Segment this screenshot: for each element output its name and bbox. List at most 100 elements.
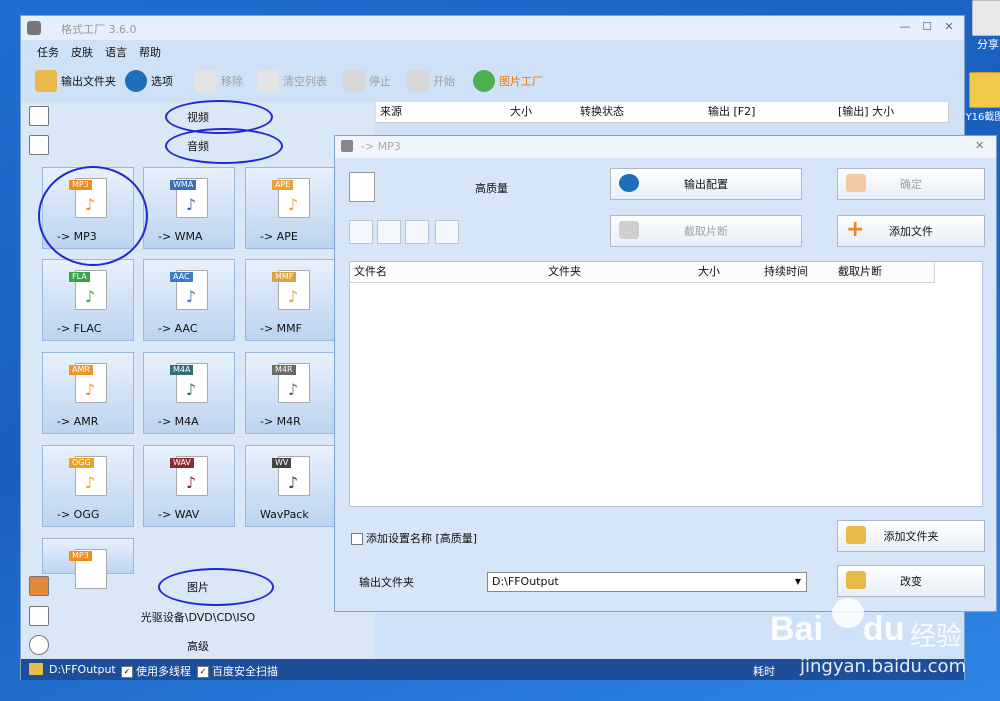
menu-language[interactable]: 语言	[105, 44, 127, 60]
format-tag: AMR	[69, 365, 93, 375]
arrow-right-icon	[846, 174, 866, 192]
column-clip[interactable]: 截取片断	[834, 262, 935, 283]
format-tile-ape[interactable]: APE ♪ -> APE	[245, 167, 337, 249]
title-bar: 格式工厂 3.6.0 — ☐ ✕	[21, 16, 964, 40]
add-file-button[interactable]: + 添加文件	[837, 215, 985, 247]
task-list-header: 来源 大小 转换状态 输出 [F2] [输出] 大小	[376, 102, 964, 123]
format-label: -> AMR	[57, 415, 99, 428]
toolbar: 输出文件夹 选项 移除 清空列表 停止 开始 图片工厂	[21, 62, 964, 98]
format-tile-aac[interactable]: AAC ♪ -> AAC	[143, 259, 235, 341]
format-tag: WMA	[170, 180, 197, 190]
share-icon	[972, 0, 1000, 36]
folder-icon	[846, 571, 866, 589]
format-tile-amr[interactable]: AMR ♪ -> AMR	[42, 352, 134, 434]
plus-icon: +	[846, 217, 865, 242]
dialog-close-button[interactable]: ✕	[975, 139, 984, 152]
format-label: -> AAC	[158, 322, 198, 335]
format-tile-m4a[interactable]: M4A ♪ -> M4A	[143, 352, 235, 434]
clear-list-button[interactable]: 清空列表	[257, 68, 327, 94]
desktop-icon-share[interactable]: 分享	[968, 0, 1000, 52]
format-label: -> FLAC	[57, 322, 102, 335]
format-label: WavPack	[260, 508, 309, 521]
baidu-watermark: Bai du 经验 jingyan.baidu.com	[770, 590, 990, 680]
column-size[interactable]: 大小	[506, 102, 581, 123]
annotation-ring	[158, 568, 274, 606]
desktop-icon-folder[interactable]: Y16截图	[965, 72, 1000, 123]
add-folder-button[interactable]: 添加文件夹	[837, 520, 985, 552]
chevron-down-icon: ▼	[794, 577, 802, 586]
play-icon[interactable]	[405, 220, 429, 244]
stop-icon	[343, 70, 365, 92]
category-label: 光驱设备\DVD\CD\ISO	[140, 611, 256, 624]
dialog-title-bar: -> MP3 ✕	[335, 136, 996, 158]
format-tag: MMF	[272, 272, 297, 282]
output-folder-label: 输出文件夹	[359, 576, 414, 589]
image-factory-button[interactable]: 图片工厂	[473, 68, 543, 94]
multithread-checkbox[interactable]: ✓ 使用多线程	[121, 663, 191, 679]
audio-glyph-icon: ♪	[287, 195, 299, 214]
category-label: 高级	[187, 640, 209, 653]
gear-icon	[125, 70, 147, 92]
menu-skin[interactable]: 皮肤	[71, 44, 93, 60]
watermark-url: jingyan.baidu.com	[800, 656, 967, 677]
category-advanced[interactable]: 高级	[21, 631, 375, 659]
desktop-icon-label: Y16截图	[965, 112, 1000, 123]
format-label: -> WAV	[158, 508, 200, 521]
ok-button[interactable]: 确定	[837, 168, 985, 200]
folder-add-icon	[846, 526, 866, 544]
add-setting-name-checkbox[interactable]: 添加设置名称 [高质量]	[351, 530, 477, 546]
folder-icon	[969, 72, 1000, 108]
format-tag: WV	[272, 458, 292, 468]
format-tag: APE	[272, 180, 294, 190]
output-config-button[interactable]: 输出配置	[610, 168, 802, 200]
remove-button[interactable]: 移除	[195, 68, 243, 94]
format-tile-fla[interactable]: FLA ♪ -> FLAC	[42, 259, 134, 341]
clip-button[interactable]: 截取片断	[610, 215, 802, 247]
annotation-ring	[38, 166, 148, 266]
minimize-button[interactable]: —	[897, 20, 913, 34]
audio-glyph-icon: ♪	[185, 380, 197, 399]
format-tile-wma[interactable]: WMA ♪ -> WMA	[143, 167, 235, 249]
stop-button[interactable]: 停止	[343, 68, 391, 94]
audio-glyph-icon: ♪	[185, 473, 197, 492]
audio-glyph-icon: ♪	[185, 195, 197, 214]
menu-bar: 任务 皮肤 语言 帮助	[21, 40, 964, 62]
watermark-brand: Bai du	[770, 610, 905, 648]
column-size[interactable]: 大小	[694, 262, 765, 283]
format-tile-mmf[interactable]: MMF ♪ -> MMF	[245, 259, 337, 341]
file-list[interactable]: 文件名 文件夹 大小 持续时间 截取片断	[349, 261, 983, 507]
format-label: -> APE	[260, 230, 298, 243]
maximize-button[interactable]: ☐	[919, 20, 935, 34]
close-button[interactable]: ✕	[941, 20, 957, 34]
remove-file-icon[interactable]	[349, 220, 373, 244]
menu-help[interactable]: 帮助	[139, 44, 161, 60]
format-label: -> M4A	[158, 415, 199, 428]
column-duration[interactable]: 持续时间	[760, 262, 839, 283]
column-folder[interactable]: 文件夹	[544, 262, 699, 283]
output-folder-select[interactable]: D:\FFOutput ▼	[487, 572, 807, 592]
remove-icon	[195, 70, 217, 92]
column-output-size[interactable]: [输出] 大小	[834, 102, 949, 123]
gear-icon	[619, 174, 639, 192]
menu-task[interactable]: 任务	[37, 44, 59, 60]
safe-scan-checkbox[interactable]: ✓ 百度安全扫描	[197, 663, 278, 679]
column-output[interactable]: 输出 [F2]	[704, 102, 839, 123]
column-filename[interactable]: 文件名	[350, 262, 549, 283]
start-button[interactable]: 开始	[407, 68, 455, 94]
format-tile-m4r[interactable]: M4R ♪ -> M4R	[245, 352, 337, 434]
clear-files-icon[interactable]	[377, 220, 401, 244]
format-tile-mp3[interactable]: MP3	[42, 538, 134, 589]
app-icon	[27, 21, 41, 35]
format-tile-wv[interactable]: WV ♪ WavPack	[245, 445, 337, 527]
desktop-icon-label: 分享	[977, 38, 999, 51]
column-status[interactable]: 转换状态	[576, 102, 709, 123]
category-optical[interactable]: 光驱设备\DVD\CD\ISO	[21, 602, 375, 630]
format-tile-ogg[interactable]: OGG ♪ -> OGG	[42, 445, 134, 527]
format-tile-wav[interactable]: WAV ♪ -> WAV	[143, 445, 235, 527]
options-button[interactable]: 选项	[125, 68, 173, 94]
audio-glyph-icon: ♪	[287, 380, 299, 399]
output-folder-button[interactable]: 输出文件夹	[35, 68, 116, 94]
clear-icon	[257, 70, 279, 92]
column-source[interactable]: 来源	[376, 102, 511, 123]
info-icon[interactable]	[435, 220, 459, 244]
